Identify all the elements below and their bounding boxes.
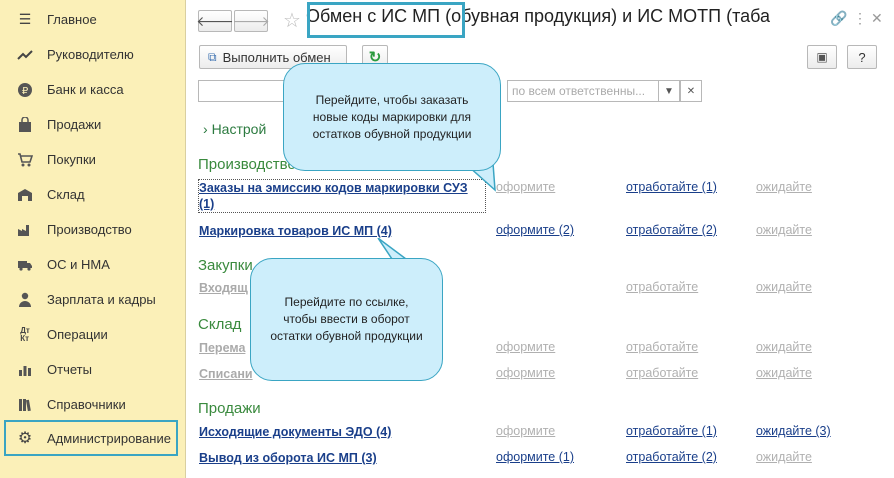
chevron-down-icon: ▼	[664, 85, 674, 97]
arrow-right-icon: 🡒	[232, 12, 270, 29]
bag-icon	[16, 116, 34, 134]
withdraw-status-process[interactable]: отработайте (2)	[626, 450, 717, 464]
settings-link[interactable]: › Настрой	[203, 121, 266, 137]
sidebar-item-label: Зарплата и кадры	[47, 292, 156, 307]
edo-status-wait[interactable]: ожидайте (3)	[756, 424, 831, 438]
forward-button[interactable]: 🡒	[232, 10, 270, 32]
panel-icon: ▣	[816, 50, 828, 64]
cart-icon	[16, 151, 34, 169]
person-icon	[16, 291, 34, 309]
dt-kt-icon: Дт Кт	[20, 325, 30, 343]
responsible-dropdown-button[interactable]: ▼	[658, 80, 680, 102]
edo-status-process[interactable]: отработайте (1)	[626, 424, 717, 438]
link-icon[interactable]: 🔗	[830, 10, 847, 27]
transfer-status-wait[interactable]: ожидайте	[756, 340, 812, 354]
menu-icon: ☰	[18, 11, 32, 27]
marking-status-create[interactable]: оформите (2)	[496, 223, 574, 237]
withdraw-link[interactable]: Вывод из оборота ИС МП (3)	[199, 450, 377, 466]
writeoff-status-process[interactable]: отработайте	[626, 366, 698, 380]
incoming-status-process[interactable]: отработайте	[626, 280, 698, 294]
bar-chart-icon	[16, 361, 34, 379]
sidebar-item-production[interactable]: Производство	[0, 212, 186, 247]
coin-icon: ₽	[16, 81, 34, 99]
arrow-left-icon: 🡐	[196, 12, 234, 29]
sidebar-item-main[interactable]: ☰ Главное	[0, 2, 186, 37]
edo-status-create[interactable]: оформите	[496, 424, 555, 438]
writeoff-link[interactable]: Списани	[199, 366, 253, 382]
back-button[interactable]: 🡐	[196, 10, 234, 32]
settings-link-label: Настрой	[211, 121, 267, 137]
sidebar-item-assets[interactable]: ОС и НМА	[0, 247, 186, 282]
withdraw-status-create[interactable]: оформите (1)	[496, 450, 574, 464]
help-button[interactable]: ?	[847, 45, 877, 69]
sidebar-item-label: ОС и НМА	[47, 257, 110, 272]
sidebar-item-salary[interactable]: Зарплата и кадры	[0, 282, 186, 317]
sidebar-item-warehouse[interactable]: Склад	[0, 177, 186, 212]
section-production: Производство	[198, 156, 296, 173]
clear-icon: ✕	[686, 85, 696, 97]
sidebar-item-purchases[interactable]: Покупки	[0, 142, 186, 177]
sidebar-item-label: Операции	[47, 327, 108, 342]
sidebar-item-label: Склад	[47, 187, 85, 202]
transfer-link[interactable]: Перема	[199, 340, 245, 356]
sidebar-item-label: Справочники	[47, 397, 126, 412]
sidebar-item-administration[interactable]: ⚙ Администрирование	[4, 420, 178, 456]
sidebar-item-label: Производство	[47, 222, 132, 237]
sidebar-item-label: Администрирование	[47, 430, 171, 446]
writeoff-status-create[interactable]: оформите	[496, 366, 555, 380]
responsible-field[interactable]: по всем ответственны...	[507, 80, 662, 102]
transfer-status-create[interactable]: оформите	[496, 340, 555, 354]
gear-icon: ⚙	[17, 430, 33, 447]
trend-icon	[16, 46, 34, 64]
sidebar: ☰ Главное Руководителю ₽ Банк и касса Пр…	[0, 0, 186, 478]
section-warehouse: Склад	[198, 316, 242, 333]
truck-icon	[16, 256, 34, 274]
callout-bottom: Перейдите по ссылке, чтобы ввести в обор…	[250, 258, 443, 381]
marking-link[interactable]: Маркировка товаров ИС МП (4)	[199, 223, 392, 239]
sidebar-item-label: Главное	[47, 12, 97, 27]
close-icon[interactable]: ✕	[871, 10, 883, 27]
orders-status-wait[interactable]: ожидайте	[756, 180, 812, 194]
factory-icon	[16, 221, 34, 239]
exchange-icon: ⧉	[208, 49, 217, 64]
incoming-link[interactable]: Входящ	[199, 280, 248, 296]
edo-link[interactable]: Исходящие документы ЭДО (4)	[199, 424, 391, 440]
sidebar-item-label: Продажи	[47, 117, 102, 132]
favorite-star-icon[interactable]: ☆	[283, 8, 301, 33]
sidebar-item-label: Руководителю	[47, 47, 134, 62]
warehouse-icon	[16, 186, 34, 204]
sidebar-item-label: Отчеты	[47, 362, 92, 377]
report-settings-button[interactable]: ▣	[807, 45, 837, 69]
section-purchases: Закупки	[198, 257, 253, 274]
marking-status-process[interactable]: отработайте (2)	[626, 223, 717, 237]
sidebar-item-operations[interactable]: Дт Кт Операции	[0, 317, 186, 352]
orders-status-create[interactable]: оформите	[496, 180, 555, 194]
sidebar-item-references[interactable]: Справочники	[0, 387, 186, 422]
help-label: ?	[858, 49, 866, 65]
sidebar-item-label: Банк и касса	[47, 82, 124, 97]
section-sales: Продажи	[198, 400, 261, 417]
sidebar-item-reports[interactable]: Отчеты	[0, 352, 186, 387]
books-icon	[16, 396, 34, 414]
sidebar-item-manager[interactable]: Руководителю	[0, 37, 186, 72]
incoming-status-wait[interactable]: ожидайте	[756, 280, 812, 294]
marking-status-wait[interactable]: ожидайте	[756, 223, 812, 237]
responsible-clear-button[interactable]: ✕	[680, 80, 702, 102]
callout-top: Перейдите, чтобы заказать новые коды мар…	[283, 63, 501, 171]
sidebar-item-sales[interactable]: Продажи	[0, 107, 186, 142]
sidebar-item-label: Покупки	[47, 152, 96, 167]
orders-status-process[interactable]: отработайте (1)	[626, 180, 717, 194]
chevron-right-icon: ›	[203, 121, 208, 137]
transfer-status-process[interactable]: отработайте	[626, 340, 698, 354]
svg-text:₽: ₽	[22, 86, 29, 97]
writeoff-status-wait[interactable]: ожидайте	[756, 366, 812, 380]
withdraw-status-wait[interactable]: ожидайте	[756, 450, 812, 464]
title-highlight-frame	[307, 2, 465, 38]
more-icon[interactable]: ⋮	[853, 10, 867, 27]
sidebar-item-bank[interactable]: ₽ Банк и касса	[0, 72, 186, 107]
